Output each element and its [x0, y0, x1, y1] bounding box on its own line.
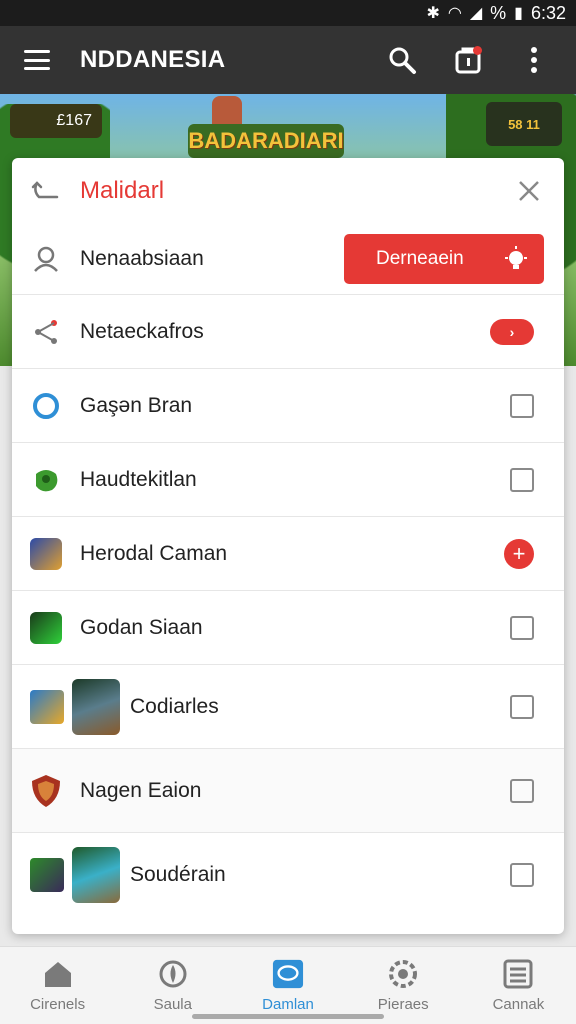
- game-app-icon: [30, 611, 62, 644]
- game-app-icon: [30, 537, 62, 570]
- battery-icon: ▮: [514, 5, 523, 22]
- game-app-icon: [30, 857, 64, 892]
- list-item[interactable]: Herodal Caman +: [12, 516, 564, 590]
- search-icon: [389, 47, 416, 74]
- chevron-right-icon[interactable]: ›: [490, 318, 534, 345]
- app-bar: NDDANESIA: [0, 26, 576, 94]
- menu-icon[interactable]: [24, 50, 50, 70]
- wifi-icon: ◠: [447, 5, 462, 22]
- ring-icon: [33, 392, 59, 419]
- nav-label: Cirenels: [30, 996, 86, 1013]
- clock: 6:32: [530, 2, 566, 23]
- user-icon: [34, 246, 58, 272]
- list-item-label: Godan Siaan: [80, 615, 203, 639]
- bottom-navigation: Cirenels Saula Damlan Pieraes Cannak: [0, 946, 576, 1024]
- list-item[interactable]: Gaşən Bran: [12, 368, 564, 442]
- list-item-label: Nagen Eaion: [80, 778, 202, 802]
- list-item[interactable]: Nenaabsiaan Derneaein: [12, 224, 564, 294]
- nav-item-home[interactable]: Cirenels: [0, 947, 115, 1024]
- banner-title: BADARADIARI: [188, 124, 344, 158]
- game-thumbnail: [72, 678, 120, 735]
- list-item[interactable]: Haudtekitlan: [12, 442, 564, 516]
- game-app-icon: [30, 689, 64, 724]
- notifications-button[interactable]: [450, 42, 486, 78]
- game-thumbnail: [72, 846, 120, 903]
- list-item-label: Netaeckafros: [80, 319, 204, 343]
- more-vert-icon: [531, 47, 537, 73]
- list-item-label: Codiarles: [130, 694, 219, 718]
- list-item[interactable]: Soudérain: [12, 832, 564, 916]
- nav-item-damlan[interactable]: Damlan: [230, 947, 345, 1024]
- checkbox[interactable]: [510, 862, 534, 887]
- nav-item-pieraes[interactable]: Pieraes: [346, 947, 461, 1024]
- shield-icon: [159, 960, 187, 988]
- sheet-header: Malidarl: [12, 158, 564, 224]
- primary-action-label: Derneaein: [376, 248, 464, 269]
- checkbox[interactable]: [510, 694, 534, 719]
- nav-item-cannak[interactable]: Cannak: [461, 947, 576, 1024]
- list-item-label: Nenaabsiaan: [80, 247, 204, 270]
- nav-item-saula[interactable]: Saula: [115, 947, 230, 1024]
- home-icon: [44, 962, 71, 987]
- close-icon: [519, 181, 539, 201]
- list-icon: [503, 959, 533, 989]
- bluetooth-icon: ✱: [426, 5, 440, 22]
- nav-label: Saula: [153, 996, 192, 1013]
- nav-label: Damlan: [262, 996, 314, 1013]
- list-item-label: Haudtekitlan: [80, 467, 197, 491]
- shield-app-icon: [32, 774, 60, 807]
- signal-icon: ◢: [469, 5, 483, 22]
- add-button[interactable]: +: [504, 538, 534, 569]
- close-button[interactable]: [514, 176, 544, 206]
- banner-score: £167: [10, 104, 102, 138]
- list-item[interactable]: Godan Siaan: [12, 590, 564, 664]
- primary-action-button[interactable]: Derneaein: [344, 234, 544, 284]
- list-item[interactable]: Nagen Eaion: [12, 748, 564, 832]
- list-item-label: Soudérain: [130, 862, 226, 886]
- nav-label: Pieraes: [377, 996, 429, 1013]
- list-item[interactable]: Netaeckafros ›: [12, 294, 564, 368]
- back-arrow-icon: [31, 181, 59, 199]
- app-title: NDDANESIA: [80, 46, 226, 73]
- chat-icon: [272, 959, 304, 989]
- battery-text: %: [490, 2, 507, 23]
- search-button[interactable]: [384, 42, 420, 78]
- checkbox[interactable]: [510, 467, 534, 492]
- overflow-menu-button[interactable]: [516, 42, 552, 78]
- list-item-label: Gaşən Bran: [80, 393, 193, 417]
- sheet-title: Malidarl: [80, 177, 165, 204]
- nav-label: Cannak: [492, 996, 545, 1013]
- back-button[interactable]: [30, 176, 60, 206]
- share-icon: [35, 319, 57, 344]
- status-bar: ✱ ◠ ◢ % ▮ 6:32: [0, 0, 576, 26]
- bulb-icon: [505, 246, 527, 269]
- notification-dot: [473, 46, 482, 55]
- checkbox[interactable]: [510, 778, 534, 803]
- home-indicator[interactable]: [192, 1014, 384, 1019]
- checkbox[interactable]: [510, 615, 534, 640]
- settings-icon: [389, 960, 418, 988]
- game-app-icon: [36, 469, 58, 491]
- menu-sheet: Malidarl Nenaabsiaan Derneaein Netaeckaf…: [12, 158, 564, 934]
- banner-hud: 58 11: [486, 102, 562, 146]
- list-item-label: Herodal Caman: [80, 541, 228, 565]
- list-item[interactable]: Codiarles: [12, 664, 564, 748]
- checkbox[interactable]: [510, 393, 534, 418]
